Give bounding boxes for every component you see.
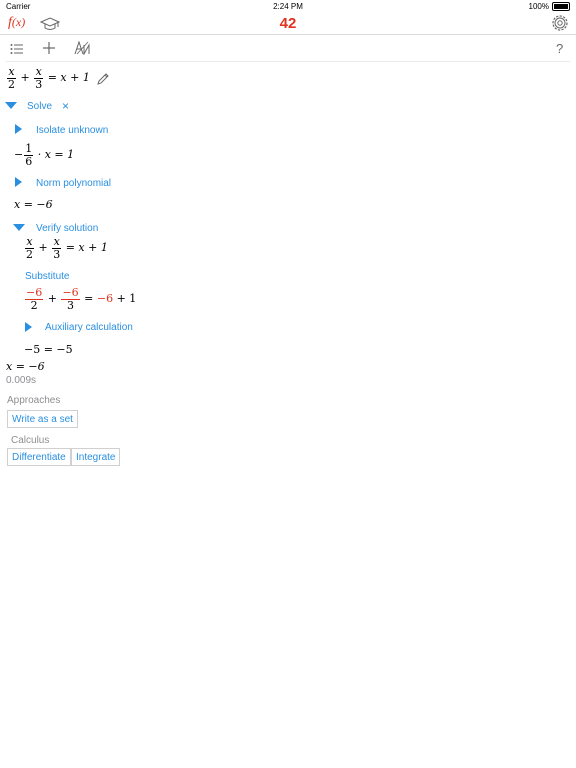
fraction-1-over-6: 16 [24,142,34,168]
plus-sign: + [47,292,57,306]
settings-gear-icon[interactable] [551,14,569,32]
numerator: −6 [62,286,79,299]
numerator: x [8,65,15,78]
numerator: −6 [26,286,43,299]
substitute-label: Substitute [25,271,70,282]
fraction-x-over-2: x2 [25,236,34,260]
status-bar: Carrier 2:24 PM 100% [0,0,576,12]
verify-collapse-icon[interactable] [13,224,25,231]
math-notation-icon[interactable] [74,40,90,56]
equals-sign: = [84,292,94,306]
clock: 2:24 PM [273,2,303,11]
header-divider [0,34,576,35]
substituted-value: −6 [96,292,114,306]
toolbar-divider [6,61,570,62]
norm-polynomial-label[interactable]: Norm polynomial [36,178,111,189]
isolate-rest: · x = 1 [37,148,75,162]
fraction-x-over-2: x2 [7,66,16,90]
plus-sign: + [20,71,30,85]
pencil-icon[interactable] [96,72,110,86]
auxiliary-expand-icon[interactable] [25,322,32,332]
plus-one: + 1 [116,292,137,306]
solve-collapse-icon[interactable] [5,102,17,109]
approaches-heading: Approaches [7,395,61,406]
denominator: 3 [35,77,43,91]
equation-rhs: = x + 1 [47,71,90,85]
input-equation[interactable]: x2 + x3 = x + 1 [6,66,90,90]
battery-percent: 100% [528,2,549,11]
norm-polynomial-expand-icon[interactable] [15,177,22,187]
numerator: x [53,235,60,248]
write-as-set-button[interactable]: Write as a set [7,410,78,428]
list-icon[interactable] [10,42,24,54]
solve-label[interactable]: Solve [27,101,52,112]
substitute-equation: −6 2 + −6 3 = −6 + 1 [24,287,136,311]
battery-indicator: 100% [528,2,570,12]
differentiate-button[interactable]: Differentiate [7,448,71,466]
close-icon[interactable]: × [62,99,69,113]
numerator: x [26,235,33,248]
computation-time: 0.009s [6,375,37,386]
denominator: 2 [26,247,33,261]
denominator: 3 [67,298,75,312]
denominator: 2 [8,77,15,91]
isolate-expand-icon[interactable] [15,124,22,134]
denominator: 6 [25,154,33,168]
norm-result: x = −6 [14,198,53,211]
isolate-result: −1 6 · x = 1 [14,143,74,167]
denominator: 3 [53,247,61,261]
verify-solution-label[interactable]: Verify solution [36,223,98,234]
fraction-x-over-3: x3 [52,235,62,261]
help-button[interactable]: ? [556,41,563,56]
battery-icon [552,2,570,12]
plus-sign: + [38,241,48,255]
add-icon[interactable] [42,41,56,55]
isolate-unknown-label[interactable]: Isolate unknown [36,125,108,136]
auxiliary-calculation-label[interactable]: Auxiliary calculation [45,322,133,333]
counter-badge: 42 [279,15,297,32]
integrate-button[interactable]: Integrate [71,448,121,466]
fraction-minus6-over-2: −6 2 [25,286,44,312]
minus-sign: − [14,148,24,162]
final-result: x = −6 [6,360,45,373]
fraction-x-over-3: x3 [34,65,44,91]
numerator: x [35,65,42,78]
calculus-heading: Calculus [11,435,50,446]
equation-rhs: = x + 1 [65,241,108,255]
verify-equation: x2 + x3 = x + 1 [24,236,108,260]
fraction-minus6-over-3: −6 3 [61,286,80,312]
numerator: 1 [25,142,33,155]
denominator: 2 [30,298,38,312]
verify-result: −5 = −5 [24,343,73,356]
